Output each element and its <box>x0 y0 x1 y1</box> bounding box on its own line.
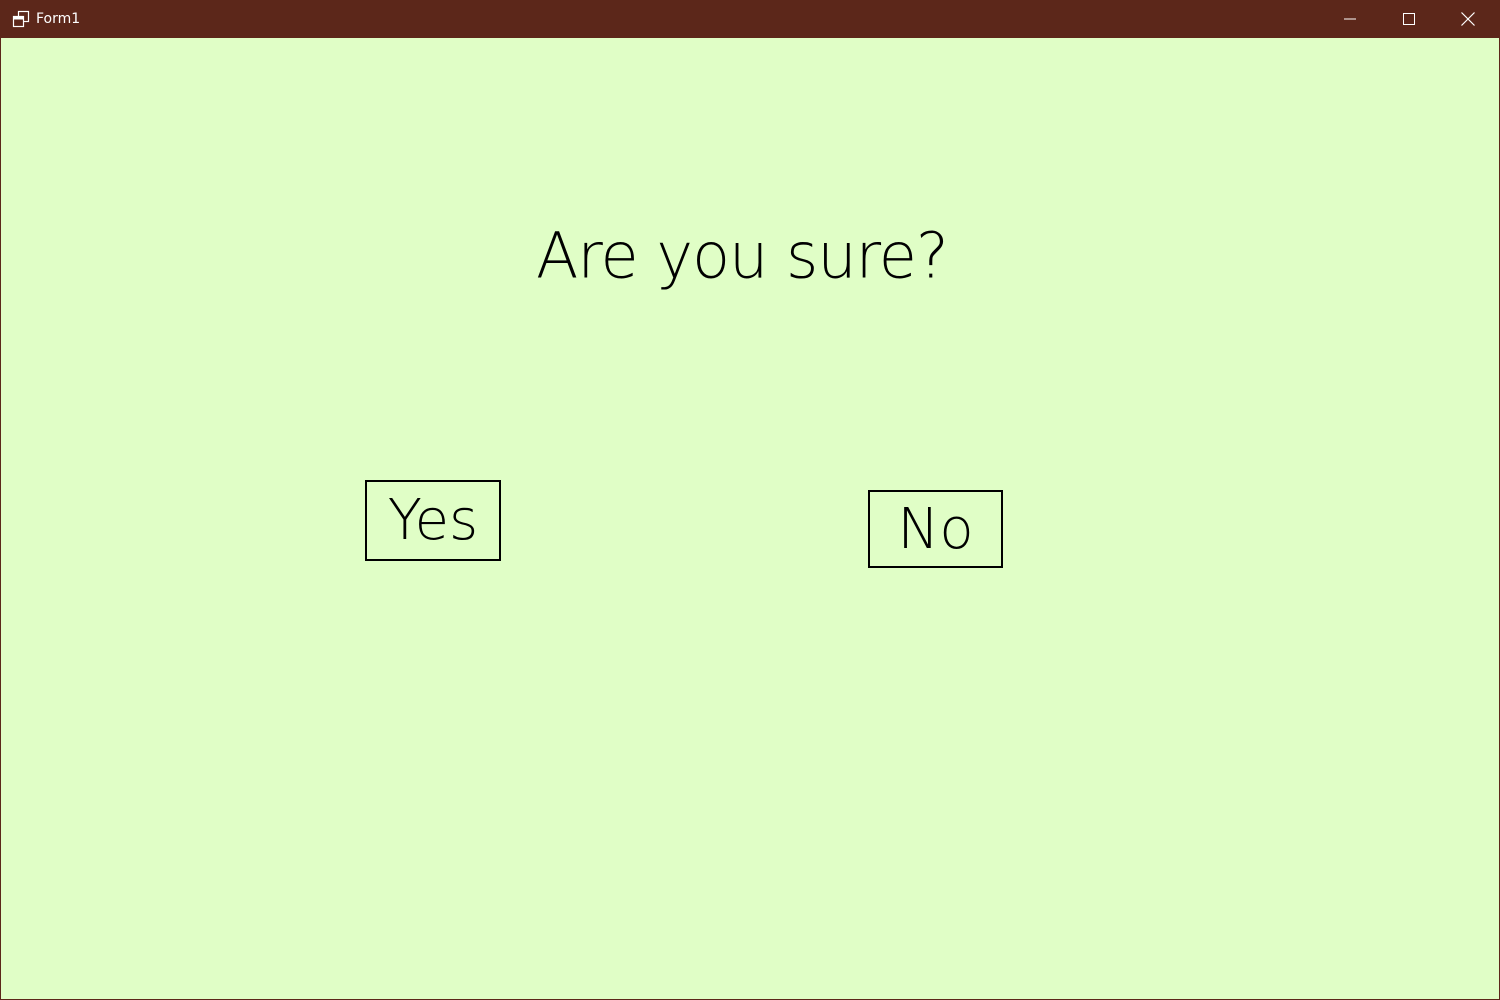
app-window: Form1 Are you sure? Yes No <box>0 0 1500 1000</box>
app-window-icon <box>12 10 30 28</box>
close-icon <box>1461 12 1475 26</box>
close-button[interactable] <box>1439 0 1497 38</box>
confirmation-question: Are you sure? <box>536 218 949 293</box>
minimize-icon <box>1344 13 1356 25</box>
form-client-area <box>2 38 1499 999</box>
window-title: Form1 <box>36 11 81 27</box>
maximize-button[interactable] <box>1380 0 1438 38</box>
title-bar[interactable]: Form1 <box>1 0 1500 38</box>
maximize-icon <box>1403 13 1415 25</box>
no-button[interactable]: No <box>868 490 1003 568</box>
yes-button[interactable]: Yes <box>365 480 501 561</box>
minimize-button[interactable] <box>1321 0 1379 38</box>
